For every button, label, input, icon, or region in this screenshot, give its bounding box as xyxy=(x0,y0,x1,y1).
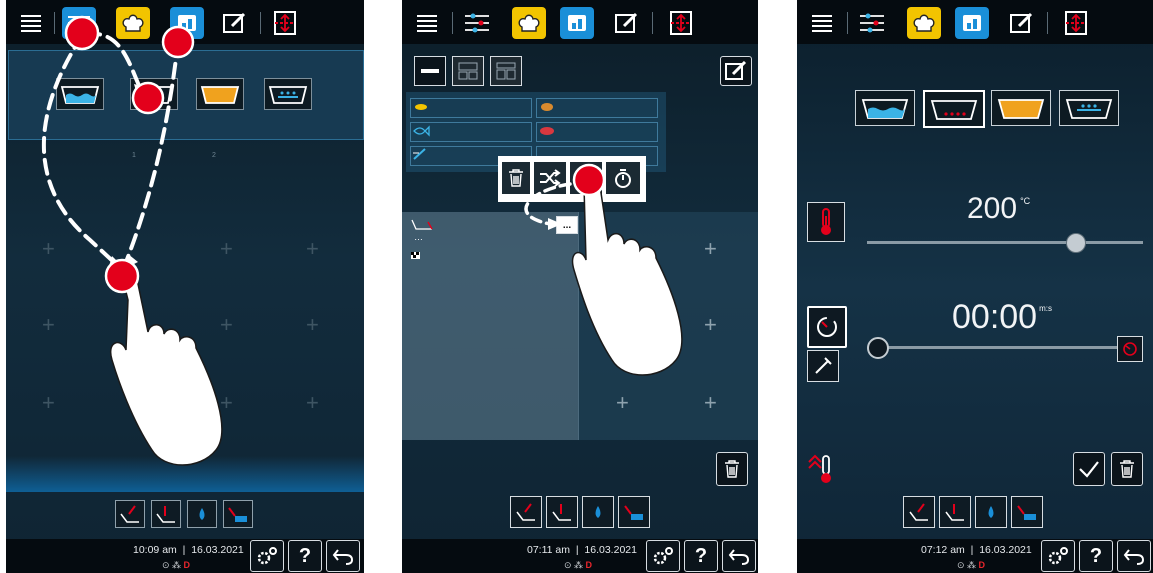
copy-button[interactable] xyxy=(570,162,602,194)
cell-more-button[interactable]: ... xyxy=(556,216,578,234)
layout-tab-single[interactable] xyxy=(414,56,446,86)
function-button-3[interactable] xyxy=(582,496,614,528)
tray-water-button[interactable] xyxy=(56,78,104,110)
function-button-2[interactable] xyxy=(151,500,181,528)
screen-panel-1: 1 2 + + + + + + + + + 10:09 am | 16.03.2021 ⊙ … xyxy=(6,0,364,573)
edit-icon[interactable] xyxy=(218,7,252,39)
time-slider-track[interactable] xyxy=(877,346,1119,349)
clock-text: 10:09 am | 16.03.2021 xyxy=(133,544,244,556)
cell-dots: … xyxy=(414,232,423,242)
pan-icon[interactable] xyxy=(170,7,204,39)
tray-water-button[interactable] xyxy=(855,90,915,126)
thermometer-icon[interactable] xyxy=(807,202,845,242)
tool-icon[interactable] xyxy=(807,350,839,382)
function-button-4[interactable] xyxy=(618,496,650,528)
time-slider-handle[interactable] xyxy=(867,337,889,359)
filter-icon[interactable] xyxy=(62,7,96,39)
tray-red-dots-button[interactable] xyxy=(923,90,985,128)
function-button-1[interactable] xyxy=(903,496,935,528)
timer-icon[interactable] xyxy=(807,306,847,348)
edit-icon[interactable] xyxy=(1005,7,1039,39)
function-button-4[interactable] xyxy=(223,500,253,528)
pan-icon[interactable] xyxy=(955,7,989,39)
top-bar xyxy=(797,0,1153,44)
settings-icon[interactable] xyxy=(646,540,680,572)
help-icon[interactable]: ? xyxy=(288,540,322,572)
shuffle-icon[interactable] xyxy=(534,162,566,194)
cell-flag-icon xyxy=(410,248,422,266)
glow-strip xyxy=(6,456,364,492)
function-button-3[interactable] xyxy=(975,496,1007,528)
trash-icon[interactable] xyxy=(1111,452,1143,486)
pan-icon[interactable] xyxy=(560,7,594,39)
function-button-4[interactable] xyxy=(1011,496,1043,528)
program-item-meat[interactable] xyxy=(536,122,658,142)
tray-grill-button[interactable] xyxy=(264,78,312,110)
back-icon[interactable] xyxy=(722,540,756,572)
program-item-fish[interactable] xyxy=(410,122,532,142)
temperature-unit: °C xyxy=(1020,196,1031,206)
tray-fat-button[interactable] xyxy=(991,90,1051,126)
filter-icon[interactable] xyxy=(855,7,889,39)
layout-tab-grid[interactable] xyxy=(452,56,484,86)
tray-red-dots-button[interactable] xyxy=(130,78,178,110)
screen-panel-2: … ... + + + + 07:11 am | 16.03.2021 ⊙ ⁂ D… xyxy=(402,0,758,573)
timer-end-icon[interactable] xyxy=(1117,336,1143,362)
top-bar xyxy=(402,0,758,44)
edit-icon[interactable] xyxy=(610,7,644,39)
function-button-3[interactable] xyxy=(187,500,217,528)
top-bar xyxy=(6,0,364,44)
time-unit: m:s xyxy=(1039,304,1052,313)
selected-cell[interactable] xyxy=(402,212,579,440)
tray-fat-button[interactable] xyxy=(196,78,244,110)
grid-label-2: 2 xyxy=(212,152,216,159)
trash-icon[interactable] xyxy=(502,162,530,194)
layout-tab-columns[interactable] xyxy=(490,56,522,86)
function-button-2[interactable] xyxy=(939,496,971,528)
edit-icon[interactable] xyxy=(720,56,752,86)
trash-icon[interactable] xyxy=(716,452,748,486)
back-icon[interactable] xyxy=(1117,540,1151,572)
back-icon[interactable] xyxy=(326,540,360,572)
status-icons: ⊙ ⁂ D xyxy=(564,560,593,570)
program-item-chicken[interactable] xyxy=(536,98,658,118)
chef-hat-icon[interactable] xyxy=(907,7,941,39)
chef-hat-icon[interactable] xyxy=(116,7,150,39)
grid-right xyxy=(578,212,758,440)
chef-hat-icon[interactable] xyxy=(512,7,546,39)
filter-icon[interactable] xyxy=(460,7,494,39)
help-icon[interactable]: ? xyxy=(1079,540,1113,572)
clock-text: 07:12 am | 16.03.2021 xyxy=(921,544,1032,556)
menu-icon[interactable] xyxy=(14,7,48,39)
function-button-1[interactable] xyxy=(510,496,542,528)
status-icons: ⊙ ⁂ D xyxy=(957,560,986,570)
help-icon[interactable]: ? xyxy=(684,540,718,572)
screen-panel-3: 200 °C 00:00 m:s 07:12 am | 16.03.2021 ⊙ ⁂… xyxy=(797,0,1153,573)
core-temp-icon[interactable] xyxy=(805,450,835,491)
scroll-icon[interactable] xyxy=(268,7,302,39)
status-icons: ⊙ ⁂ D xyxy=(162,560,191,570)
scroll-icon[interactable] xyxy=(664,7,698,39)
time-value: 00:00 m:s xyxy=(952,298,1052,336)
scroll-icon[interactable] xyxy=(1059,7,1093,39)
menu-icon[interactable] xyxy=(410,7,444,39)
grid-label-1: 1 xyxy=(132,152,136,159)
temperature-slider-handle[interactable] xyxy=(1066,233,1086,253)
check-icon[interactable] xyxy=(1073,452,1105,486)
temperature-value: 200 °C xyxy=(967,192,1031,225)
temperature-slider-track[interactable] xyxy=(867,241,1143,244)
menu-icon[interactable] xyxy=(805,7,839,39)
settings-icon[interactable] xyxy=(250,540,284,572)
clock-text: 07:11 am | 16.03.2021 xyxy=(527,544,637,556)
timer-icon[interactable] xyxy=(606,162,640,194)
function-button-1[interactable] xyxy=(115,500,145,528)
tray-grill-button[interactable] xyxy=(1059,90,1119,126)
function-button-2[interactable] xyxy=(546,496,578,528)
program-item-egg[interactable] xyxy=(410,98,532,118)
settings-icon[interactable] xyxy=(1041,540,1075,572)
